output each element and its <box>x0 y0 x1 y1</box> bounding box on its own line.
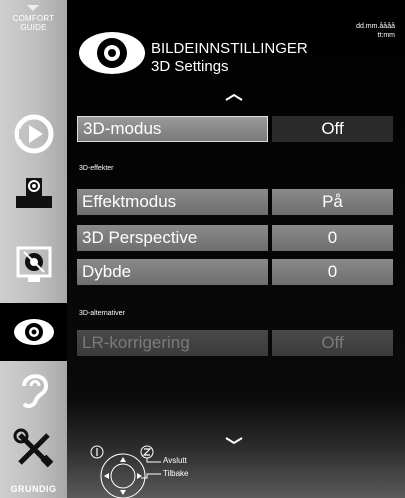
legend-back: Tilbake <box>163 469 189 478</box>
sidebar-item-picture[interactable] <box>0 303 67 361</box>
row-label: Effektmodus <box>77 189 268 215</box>
menu-row-3d-perspective[interactable]: 3D Perspective 0 <box>77 225 393 251</box>
title-text: BILDEINNSTILLINGER <box>151 40 308 57</box>
menu-row-lr-correction: LR-korrigering Off <box>77 330 393 356</box>
row-label: 3D-modus <box>77 116 268 142</box>
settings-icon <box>16 246 51 282</box>
remote-nav-pad-icon <box>90 445 161 498</box>
row-value[interactable]: På <box>272 189 393 215</box>
row-label: LR-korrigering <box>77 330 268 356</box>
comfort-label: COMFORT <box>12 14 55 23</box>
row-value[interactable]: Off <box>272 116 393 142</box>
main-panel: dd.mm.åååå tt:mm BILDEINNSTILLINGER 3D S… <box>67 0 405 498</box>
date-label: dd.mm.åååå <box>356 23 395 30</box>
picture-eye-icon <box>79 32 145 74</box>
sidebar-item-network[interactable] <box>0 163 67 221</box>
row-value: Off <box>272 330 393 356</box>
tools-icon <box>13 428 53 468</box>
row-label: 3D Perspective <box>77 225 268 251</box>
network-icon <box>15 178 52 208</box>
row-label: Dybde <box>77 259 268 285</box>
ear-icon <box>21 374 48 409</box>
menu-row-3d-mode[interactable]: 3D-modus Off <box>77 116 393 142</box>
source-icon <box>14 114 53 154</box>
brand-logo: GRUNDIG <box>10 484 57 494</box>
menu-row-effect-mode[interactable]: Effektmodus På <box>77 189 393 215</box>
comfort-guide-arrow-icon <box>27 5 39 11</box>
sidebar: COMFORT GUIDE GRUNDIG <box>0 0 67 498</box>
picture-eye-icon <box>13 319 54 345</box>
sidebar-item-tools[interactable] <box>0 420 67 478</box>
guide-label: GUIDE <box>20 23 47 32</box>
legend-exit: Avslutt <box>163 456 187 465</box>
row-value[interactable]: 0 <box>272 259 393 285</box>
comfort-guide[interactable]: COMFORT GUIDE <box>0 14 67 32</box>
chevron-down-icon[interactable] <box>224 436 244 446</box>
row-value[interactable]: 0 <box>272 225 393 251</box>
section-header: 3D-alternativer <box>79 310 125 317</box>
tv-menu-screen: COMFORT GUIDE GRUNDIG dd.mm.åååå tt:mm B… <box>0 0 405 498</box>
sidebar-item-settings[interactable] <box>0 235 67 293</box>
sidebar-item-audio[interactable] <box>0 361 67 419</box>
sidebar-item-source[interactable] <box>0 105 67 163</box>
subtitle-text: 3D Settings <box>151 58 229 75</box>
chevron-up-icon[interactable] <box>224 92 244 102</box>
menu-row-depth[interactable]: Dybde 0 <box>77 259 393 285</box>
page-title: BILDEINNSTILLINGER 3D Settings <box>151 40 308 76</box>
header-datetime: dd.mm.åååå tt:mm <box>356 22 395 40</box>
time-label: tt:mm <box>377 32 396 39</box>
section-header: 3D-effekter <box>79 165 114 172</box>
